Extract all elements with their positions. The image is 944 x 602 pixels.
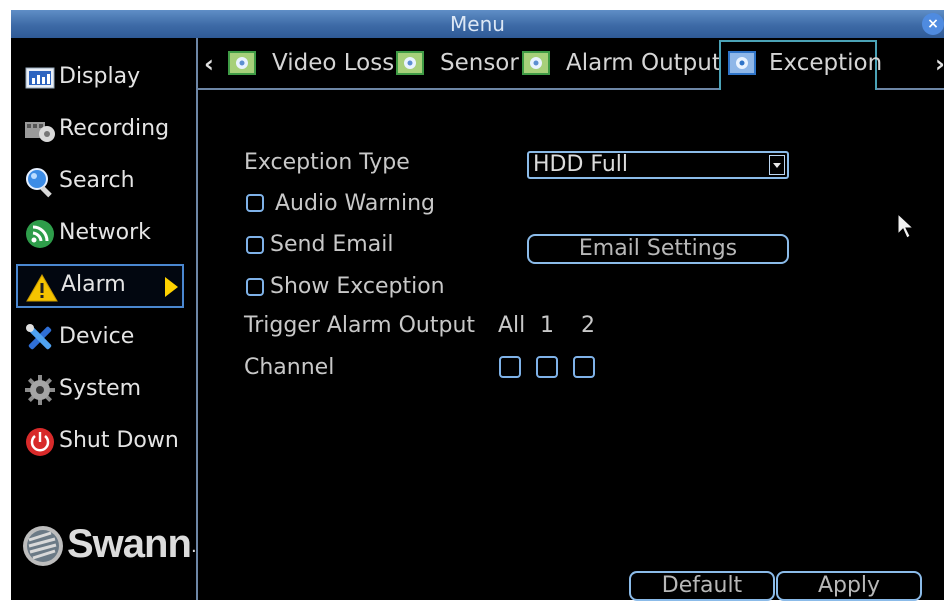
email-settings-button[interactable]: Email Settings [527,234,789,264]
sidebar-item-label: Search [59,168,135,193]
channel-2-checkbox[interactable] [573,356,595,378]
send-email-label: Send Email [270,232,394,257]
show-exception-label: Show Exception [270,274,445,299]
recording-icon [25,122,55,142]
channel-all-checkbox[interactable] [499,356,521,378]
tab-label: Sensor [440,50,519,76]
sidebar-item-label: Recording [59,116,170,141]
tab-video-loss[interactable]: Video Loss [227,42,394,86]
close-button[interactable]: × [922,13,944,35]
sidebar-item-label: Shut Down [59,428,179,453]
trigger-col-all: All [498,313,526,338]
sidebar: Display Recording Search Network Alarm D… [11,38,196,600]
logo-mark: . [191,536,197,557]
tab-sensor[interactable]: Sensor [395,42,519,86]
sidebar-item-display[interactable]: Display [16,56,184,100]
sidebar-item-device[interactable]: Device [16,316,184,360]
send-email-checkbox[interactable] [246,236,264,254]
apply-button[interactable]: Apply [776,571,922,601]
swann-logo: Swann . [21,520,197,570]
network-icon [26,220,54,248]
settings-image-icon [396,51,424,75]
gear-icon [25,375,55,405]
logo-text: Swann [67,522,192,566]
power-icon [26,428,54,456]
sidebar-item-label: Display [59,64,141,89]
warning-icon [26,273,58,302]
sidebar-item-network[interactable]: Network [16,212,184,256]
sidebar-item-label: System [59,376,142,401]
tab-next-arrow[interactable]: › [935,50,944,78]
sidebar-item-label: Network [59,220,151,245]
close-icon: × [927,16,939,32]
sidebar-item-system[interactable]: System [16,368,184,412]
settings-image-icon [522,51,550,75]
exception-type-value: HDD Full [533,152,629,177]
sidebar-item-search[interactable]: Search [16,160,184,204]
settings-image-icon [728,51,756,75]
window-title: Menu [450,12,505,36]
search-icon [26,168,52,198]
sidebar-item-recording[interactable]: Recording [16,108,184,152]
audio-warning-checkbox[interactable] [246,194,264,212]
title-bar: Menu × [11,10,944,38]
trigger-col-2: 2 [581,313,595,338]
sidebar-item-alarm[interactable]: Alarm [16,264,184,308]
tab-label: Exception [769,50,883,76]
menu-window: Menu × Display Recording Search Network … [11,10,944,601]
channel-1-checkbox[interactable] [536,356,558,378]
settings-image-icon [228,51,256,75]
trigger-alarm-output-label: Trigger Alarm Output [244,313,476,338]
exception-type-label: Exception Type [244,150,410,175]
sidebar-item-label: Alarm [61,272,126,297]
sidebar-divider [196,38,198,600]
sidebar-item-shut-down[interactable]: Shut Down [16,420,184,464]
mouse-cursor-icon [897,212,915,239]
chevron-down-icon[interactable] [769,155,785,175]
tab-label: Video Loss [272,50,395,76]
exception-type-select[interactable]: HDD Full [527,151,789,179]
default-button[interactable]: Default [629,571,775,601]
tab-exception[interactable]: Exception [719,40,882,90]
tab-bar: ‹ Video Loss Sensor Alarm Output Excepti… [198,38,944,90]
tab-prev-arrow[interactable]: ‹ [204,50,214,78]
trigger-col-1: 1 [540,313,554,338]
audio-warning-label: Audio Warning [275,191,435,216]
swann-logo-icon [23,526,63,566]
sidebar-item-label: Device [59,324,135,349]
show-exception-checkbox[interactable] [246,278,264,296]
tools-icon [26,324,52,350]
channel-label: Channel [244,355,335,380]
tab-label: Alarm Output [566,50,721,76]
tab-alarm-output[interactable]: Alarm Output [521,42,721,86]
display-icon [25,67,55,89]
active-arrow-icon [165,277,178,297]
